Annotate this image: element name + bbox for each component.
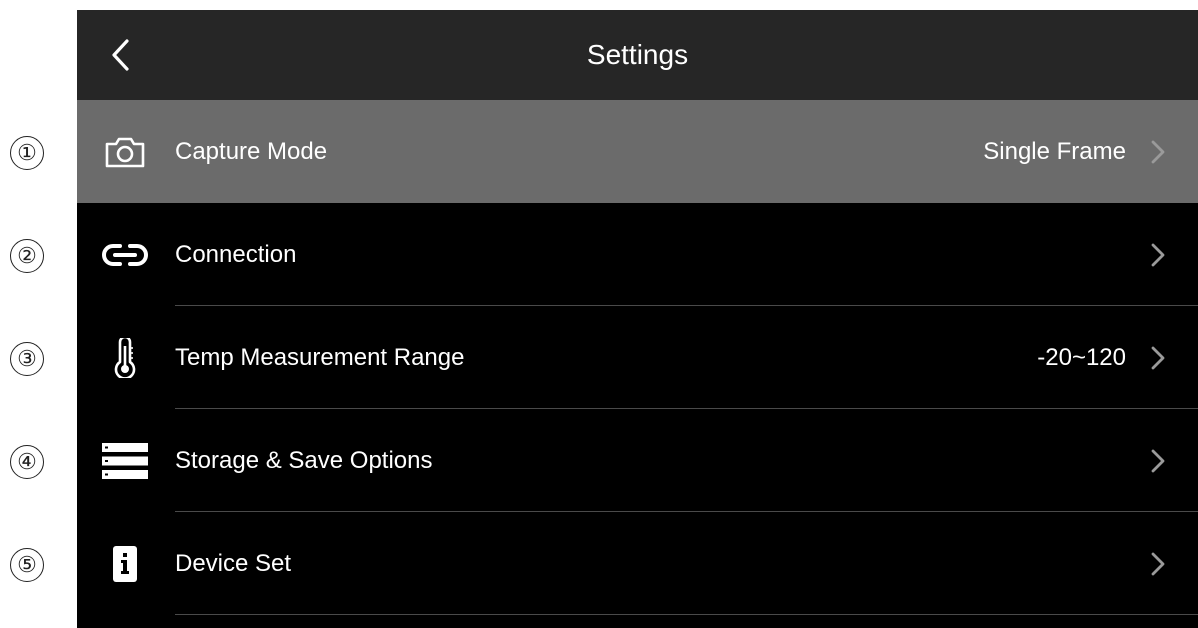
link-icon: [99, 203, 151, 306]
callout-1: ①: [10, 136, 44, 170]
settings-item-label: Device Set: [175, 549, 292, 577]
settings-item-value: Single Frame: [983, 137, 1126, 165]
settings-item-label: Storage & Save Options: [175, 446, 433, 474]
settings-item-device-set[interactable]: Device Set: [77, 512, 1198, 615]
callout-3: ③: [10, 342, 44, 376]
settings-item-label: Temp Measurement Range: [175, 343, 465, 371]
callout-5: ⑤: [10, 548, 44, 582]
page-title: Settings: [586, 39, 689, 70]
thermometer-icon: [99, 306, 151, 409]
header-bar: Settings: [77, 10, 1198, 100]
settings-item-storage[interactable]: Storage & Save Options: [77, 409, 1198, 512]
chevron-right-icon: [1144, 203, 1172, 306]
chevron-right-icon: [1144, 512, 1172, 615]
settings-item-label: Capture Mode: [175, 137, 328, 165]
callout-column: ① ② ③ ④ ⑤: [0, 0, 77, 628]
callout-4: ④: [10, 445, 44, 479]
settings-item-temp-range[interactable]: Temp Measurement Range -20~120: [77, 306, 1198, 409]
settings-screen: Settings Capture Mode Single Frame Conne…: [77, 10, 1198, 628]
divider: [175, 614, 1198, 615]
settings-item-label: Connection: [175, 240, 297, 268]
chevron-right-icon: [1144, 409, 1172, 512]
chevron-right-icon: [1144, 306, 1172, 409]
settings-item-connection[interactable]: Connection: [77, 203, 1198, 306]
storage-icon: [99, 409, 151, 512]
camera-icon: [99, 100, 151, 203]
settings-item-value: -20~120: [1037, 343, 1126, 371]
chevron-right-icon: [1144, 100, 1172, 203]
settings-item-capture-mode[interactable]: Capture Mode Single Frame: [77, 100, 1198, 203]
device-info-icon: [99, 512, 151, 615]
callout-2: ②: [10, 239, 44, 273]
